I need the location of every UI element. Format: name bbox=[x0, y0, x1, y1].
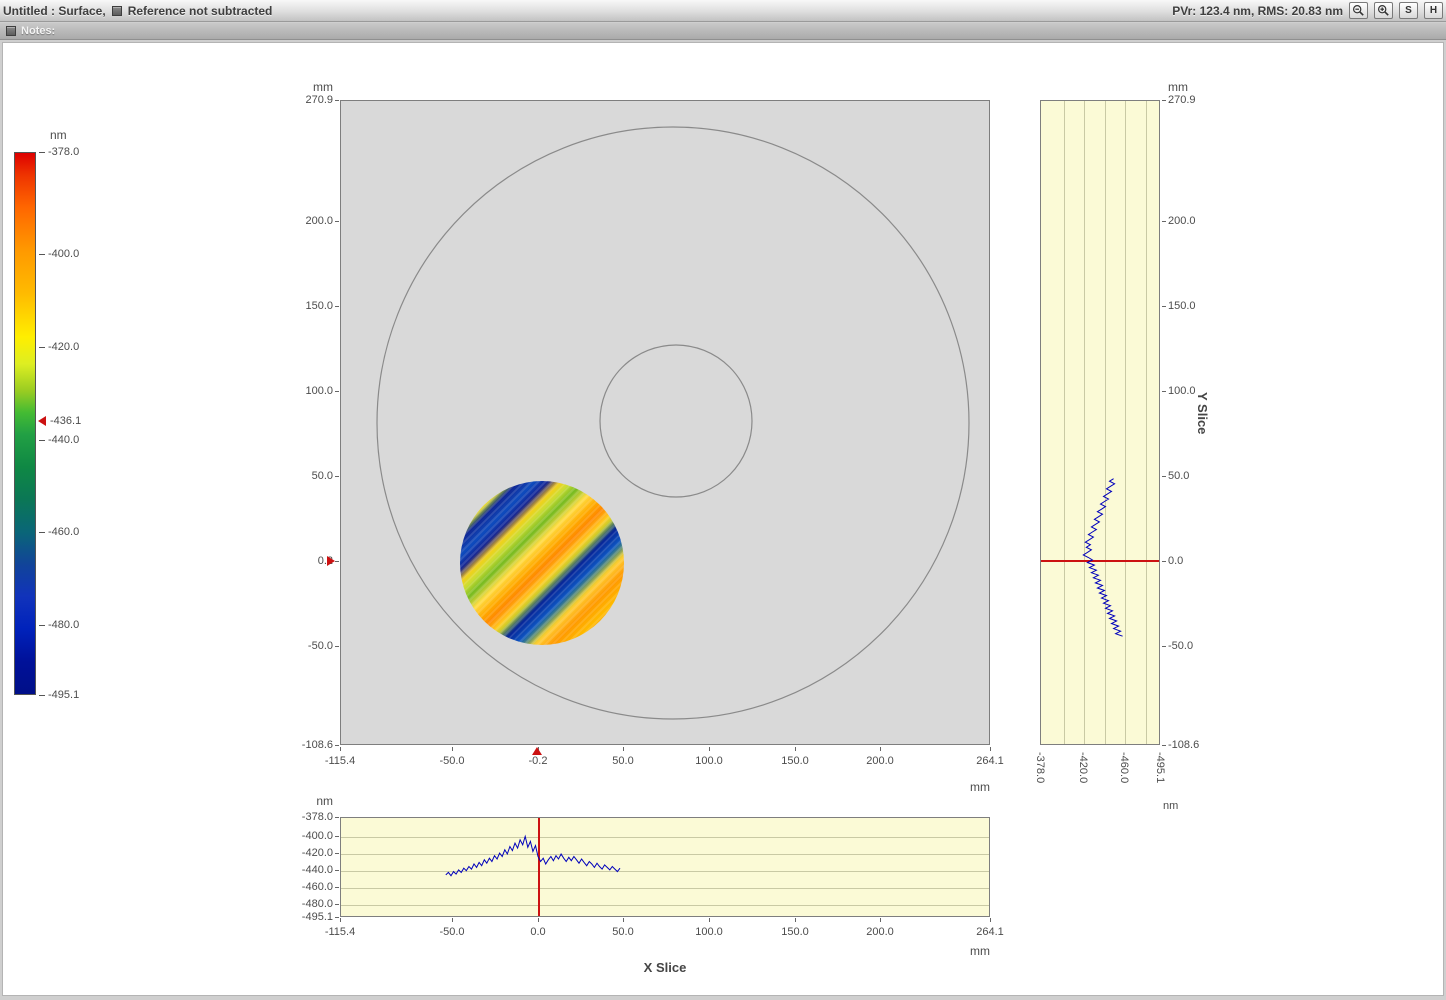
magnifier-minus-icon bbox=[1352, 4, 1365, 17]
y-slice-y-tick: 50.0 bbox=[1168, 470, 1218, 482]
surface-y-slice-position: 0.2 bbox=[283, 555, 333, 567]
y-slice-x-tick: -378.0 bbox=[1034, 752, 1046, 783]
notes-bar: Notes: bbox=[0, 23, 1446, 40]
x-slice-x-tick: 50.0 bbox=[595, 926, 651, 938]
x-slice-y-tick: -400.0 bbox=[283, 830, 333, 842]
surface-x-tick: 264.1 bbox=[962, 755, 1018, 767]
reference-status-label: Reference not subtracted bbox=[128, 4, 273, 18]
colorbar-tick: -495.1 bbox=[48, 689, 79, 701]
y-slice-y-tick: 0.0 bbox=[1168, 555, 1218, 567]
y-slice-y-tick: 150.0 bbox=[1168, 300, 1218, 312]
x-slice-x-tick: 264.1 bbox=[962, 926, 1018, 938]
x-slice-trace bbox=[341, 818, 989, 916]
scale-button[interactable]: S bbox=[1399, 2, 1418, 19]
notes-checkbox-icon[interactable] bbox=[6, 26, 16, 36]
y-slice-x-tick: -420.0 bbox=[1077, 752, 1089, 783]
y-slice-unit-top: mm bbox=[1168, 80, 1188, 94]
y-slice-y-tick: 270.9 bbox=[1168, 94, 1218, 106]
x-slice-unit-left: nm bbox=[283, 794, 333, 808]
measured-surface-disc[interactable] bbox=[460, 481, 624, 645]
surface-x-tick: -50.0 bbox=[424, 755, 480, 767]
hide-button[interactable]: H bbox=[1424, 2, 1443, 19]
surface-unit-top: mm bbox=[283, 80, 333, 94]
colorbar-unit-label: nm bbox=[50, 128, 67, 142]
surface-unit-bottom: mm bbox=[940, 780, 990, 794]
app-window: Untitled : Surface, Reference not subtra… bbox=[0, 0, 1446, 1000]
y-slice-x-tick: -460.0 bbox=[1118, 752, 1130, 783]
surface-y-tick: 270.9 bbox=[283, 94, 333, 106]
surface-y-tick: 150.0 bbox=[283, 300, 333, 312]
surface-y-tick: 200.0 bbox=[283, 215, 333, 227]
surface-y-tick: -108.6 bbox=[283, 739, 333, 751]
y-slice-title: Y Slice bbox=[1195, 392, 1210, 434]
x-slice-x-tick: 100.0 bbox=[681, 926, 737, 938]
colorbar-tick: -420.0 bbox=[48, 341, 79, 353]
surface-y-tick: -50.0 bbox=[283, 640, 333, 652]
colorbar-gradient[interactable] bbox=[14, 152, 36, 695]
colorbar-tick: -480.0 bbox=[48, 619, 79, 631]
x-slice-plot[interactable] bbox=[340, 817, 990, 917]
title-bar: Untitled : Surface, Reference not subtra… bbox=[0, 0, 1446, 22]
surface-map-plot[interactable] bbox=[340, 100, 990, 745]
colorbar-mean-marker-icon[interactable] bbox=[38, 416, 46, 426]
y-slice-unit-bottom: nm bbox=[1163, 800, 1178, 812]
x-slice-y-tick: -440.0 bbox=[283, 864, 333, 876]
colorbar-tick: -378.0 bbox=[48, 146, 79, 158]
y-slice-plot[interactable] bbox=[1040, 100, 1160, 745]
zoom-out-button[interactable] bbox=[1349, 2, 1368, 19]
reference-checkbox-icon[interactable] bbox=[112, 6, 122, 16]
zoom-in-button[interactable] bbox=[1374, 2, 1393, 19]
magnifier-plus-icon bbox=[1377, 4, 1390, 17]
x-slice-x-tick: -115.4 bbox=[312, 926, 368, 938]
surface-x-slice-position: -0.2 bbox=[510, 755, 566, 767]
surface-x-tick: 100.0 bbox=[681, 755, 737, 767]
x-slice-y-tick: -420.0 bbox=[283, 847, 333, 859]
window-title: Untitled : Surface, bbox=[3, 4, 106, 18]
x-slice-x-tick: 200.0 bbox=[852, 926, 908, 938]
x-slice-position-marker-icon[interactable] bbox=[532, 747, 542, 755]
x-slice-y-tick: -378.0 bbox=[283, 811, 333, 823]
surface-x-tick: 50.0 bbox=[595, 755, 651, 767]
y-slice-position-marker-icon[interactable] bbox=[327, 556, 335, 566]
x-slice-title: X Slice bbox=[540, 960, 790, 975]
part-outline-graphic bbox=[341, 101, 989, 744]
x-slice-y-tick: -495.1 bbox=[283, 911, 333, 923]
x-slice-y-tick: -460.0 bbox=[283, 881, 333, 893]
x-slice-y-tick: -480.0 bbox=[283, 898, 333, 910]
x-slice-x-tick: -50.0 bbox=[424, 926, 480, 938]
surface-y-tick: 50.0 bbox=[283, 470, 333, 482]
colorbar-tick: -460.0 bbox=[48, 526, 79, 538]
x-slice-unit-right: mm bbox=[940, 944, 990, 958]
surface-x-tick: 200.0 bbox=[852, 755, 908, 767]
surface-y-tick: 100.0 bbox=[283, 385, 333, 397]
y-slice-y-tick: 100.0 bbox=[1168, 385, 1218, 397]
notes-label: Notes: bbox=[21, 25, 55, 37]
surface-x-tick: -115.4 bbox=[312, 755, 368, 767]
y-slice-trace bbox=[1041, 101, 1159, 744]
stats-readout: PVr: 123.4 nm, RMS: 20.83 nm bbox=[1172, 4, 1343, 18]
x-slice-x-tick: 0.0 bbox=[510, 926, 566, 938]
colorbar-tick: -440.0 bbox=[48, 434, 79, 446]
x-slice-x-tick: 150.0 bbox=[767, 926, 823, 938]
y-slice-y-tick: -108.6 bbox=[1168, 739, 1218, 751]
surface-x-tick: 150.0 bbox=[767, 755, 823, 767]
y-slice-x-tick: -495.1 bbox=[1154, 752, 1166, 783]
y-slice-y-tick: 200.0 bbox=[1168, 215, 1218, 227]
colorbar-tick: -400.0 bbox=[48, 248, 79, 260]
y-slice-y-tick: -50.0 bbox=[1168, 640, 1218, 652]
colorbar-mean-value: -436.1 bbox=[50, 415, 81, 427]
